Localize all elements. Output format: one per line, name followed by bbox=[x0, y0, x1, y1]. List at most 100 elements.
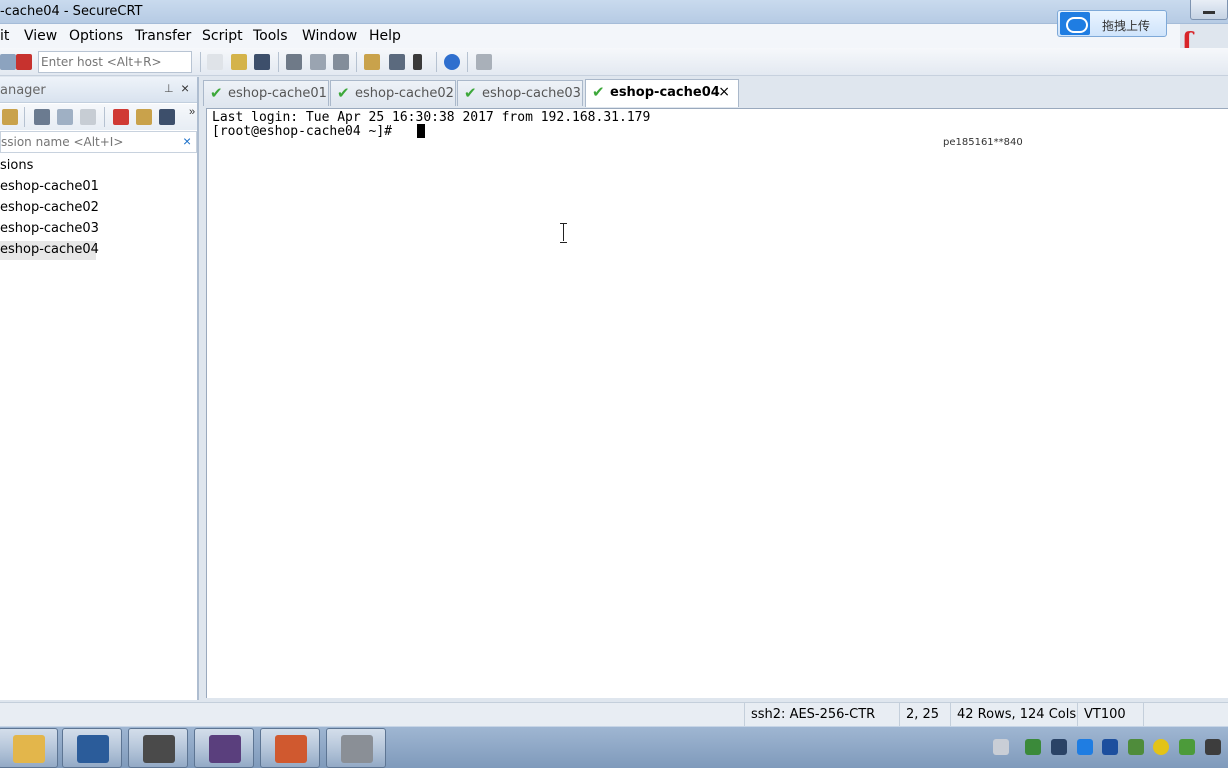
tab-eshop-cache02[interactable]: ✔ eshop-cache02 bbox=[330, 80, 456, 106]
taskbar-sublime-button[interactable] bbox=[128, 728, 188, 768]
disconnect-icon[interactable] bbox=[16, 54, 32, 70]
paste-session-icon[interactable] bbox=[80, 109, 96, 125]
delete-icon[interactable] bbox=[113, 109, 129, 125]
tree-item-eshop-cache02[interactable]: eshop-cache02 bbox=[0, 199, 99, 218]
menu-window[interactable]: Window bbox=[302, 28, 357, 44]
eclipse-icon bbox=[209, 735, 241, 763]
status-terminal-size: 42 Rows, 124 Cols bbox=[950, 703, 1077, 727]
menu-script[interactable]: Script bbox=[202, 28, 243, 44]
session-tabs: ✔ eshop-cache01 ✔ eshop-cache02 ✔ eshop-… bbox=[203, 78, 1228, 107]
connected-check-icon: ✔ bbox=[210, 84, 223, 102]
connect-icon[interactable] bbox=[0, 54, 16, 70]
terminal-prompt: [root@eshop-cache04 ~]# bbox=[212, 124, 400, 139]
find-session-icon[interactable] bbox=[159, 109, 175, 125]
terminal-cursor bbox=[417, 124, 425, 138]
network-tray-icon[interactable] bbox=[1025, 739, 1041, 755]
tab-label: eshop-cache02 bbox=[355, 86, 454, 101]
session-manager-title: anager bbox=[0, 83, 46, 98]
cloud-tray-icon[interactable] bbox=[1077, 739, 1093, 755]
menu-bar: it View Options Transfer Script Tools Wi… bbox=[0, 24, 1180, 48]
clear-search-icon[interactable]: × bbox=[183, 133, 191, 149]
toolbar-separator bbox=[436, 52, 437, 72]
watermark-text: pe185161**840 bbox=[943, 137, 1023, 148]
host-input[interactable] bbox=[38, 51, 192, 73]
tree-item-eshop-cache04[interactable]: eshop-cache04 bbox=[0, 241, 99, 260]
copy-icon[interactable] bbox=[207, 54, 223, 70]
tab-eshop-cache03[interactable]: ✔ eshop-cache03 bbox=[457, 80, 583, 106]
taskbar-securecrt-button[interactable] bbox=[326, 728, 386, 768]
terminal-area[interactable]: Last login: Tue Apr 25 16:30:38 2017 fro… bbox=[206, 108, 1228, 698]
tree-item-eshop-cache03[interactable]: eshop-cache03 bbox=[0, 220, 99, 239]
status-bar: ssh2: AES-256-CTR 2, 25 42 Rows, 124 Col… bbox=[0, 702, 1228, 727]
taskbar-eclipse-button[interactable] bbox=[194, 728, 254, 768]
status-cipher: ssh2: AES-256-CTR bbox=[744, 703, 895, 727]
toolbar-separator bbox=[104, 107, 105, 127]
session-manager-header: anager ⊥ × bbox=[0, 77, 197, 103]
key-icon[interactable] bbox=[413, 54, 422, 70]
update-tray-icon[interactable] bbox=[1153, 739, 1169, 755]
tree-item-eshop-cache01[interactable]: eshop-cache01 bbox=[0, 178, 99, 197]
tab-close-icon[interactable]: × bbox=[718, 84, 730, 100]
toolbar-separator bbox=[467, 52, 468, 72]
print-setup-icon[interactable] bbox=[333, 54, 349, 70]
display-tray-icon[interactable] bbox=[1051, 739, 1067, 755]
tab-eshop-cache04[interactable]: ✔ eshop-cache04 × bbox=[585, 79, 739, 107]
copy-session-icon[interactable] bbox=[57, 109, 73, 125]
title-bar: -cache04 - SecureCRT bbox=[0, 0, 1228, 24]
toolbar-separator bbox=[200, 52, 201, 72]
overflow-chevron-icon[interactable]: » bbox=[189, 106, 195, 118]
session-search-input[interactable] bbox=[1, 133, 177, 151]
connected-check-icon: ✔ bbox=[337, 84, 350, 102]
cloud-upload-label: 拖拽上传 bbox=[1102, 19, 1151, 33]
menu-tools[interactable]: Tools bbox=[253, 28, 288, 44]
folder-icon bbox=[13, 735, 45, 763]
tree-folder-sessions[interactable]: sions bbox=[0, 157, 60, 176]
main-toolbar bbox=[0, 48, 1228, 76]
tab-eshop-cache01[interactable]: ✔ eshop-cache01 bbox=[203, 80, 329, 106]
securecrt-icon bbox=[341, 735, 373, 763]
help-icon[interactable] bbox=[444, 54, 460, 70]
shield-tray-icon[interactable] bbox=[1179, 739, 1195, 755]
cloud-icon bbox=[1060, 12, 1090, 35]
taskbar-explorer-button[interactable] bbox=[0, 728, 58, 768]
menu-edit[interactable]: it bbox=[0, 28, 9, 44]
taskbar-virtualbox-button[interactable] bbox=[62, 728, 122, 768]
menu-transfer[interactable]: Transfer bbox=[135, 28, 191, 44]
status-empty bbox=[1143, 703, 1228, 727]
tab-label: eshop-cache01 bbox=[228, 86, 327, 101]
status-cursor-position: 2, 25 bbox=[899, 703, 949, 727]
virtualbox-icon bbox=[77, 735, 109, 763]
menu-options[interactable]: Options bbox=[69, 28, 123, 44]
keyboard-tray-icon[interactable] bbox=[993, 739, 1009, 755]
session-options-icon[interactable] bbox=[364, 54, 380, 70]
status-emulation: VT100 bbox=[1077, 703, 1143, 727]
properties-icon[interactable] bbox=[136, 109, 152, 125]
cloud-upload-button[interactable]: 拖拽上传 bbox=[1057, 10, 1167, 37]
powerpoint-icon bbox=[275, 735, 307, 763]
menu-view[interactable]: View bbox=[24, 28, 57, 44]
toolbar-separator bbox=[278, 52, 279, 72]
paste-icon[interactable] bbox=[231, 54, 247, 70]
cut-icon[interactable] bbox=[34, 109, 50, 125]
connected-check-icon: ✔ bbox=[464, 84, 477, 102]
ibeam-cursor-icon bbox=[559, 223, 568, 243]
options-icon[interactable] bbox=[476, 54, 492, 70]
pin-icon[interactable]: ⊥ bbox=[164, 82, 174, 95]
print-selection-icon[interactable] bbox=[310, 54, 326, 70]
close-icon[interactable]: × bbox=[181, 80, 189, 96]
taskbar-powerpoint-button[interactable] bbox=[260, 728, 320, 768]
minimize-button[interactable] bbox=[1190, 0, 1228, 20]
session-manager-toolbar: » bbox=[0, 104, 197, 130]
tab-label: eshop-cache03 bbox=[482, 86, 581, 101]
find-icon[interactable] bbox=[254, 54, 270, 70]
global-options-icon[interactable] bbox=[389, 54, 405, 70]
terminal-line: Last login: Tue Apr 25 16:30:38 2017 fro… bbox=[212, 110, 651, 125]
new-session-icon[interactable] bbox=[2, 109, 18, 125]
tray-icon[interactable] bbox=[1205, 739, 1221, 755]
print-icon[interactable] bbox=[286, 54, 302, 70]
session-manager-panel: anager ⊥ × » × sions eshop-cache01 eshop… bbox=[0, 77, 199, 700]
sublime-icon bbox=[143, 735, 175, 763]
menu-help[interactable]: Help bbox=[369, 28, 401, 44]
app-tray-icon[interactable] bbox=[1102, 739, 1118, 755]
sync-tray-icon[interactable] bbox=[1128, 739, 1144, 755]
